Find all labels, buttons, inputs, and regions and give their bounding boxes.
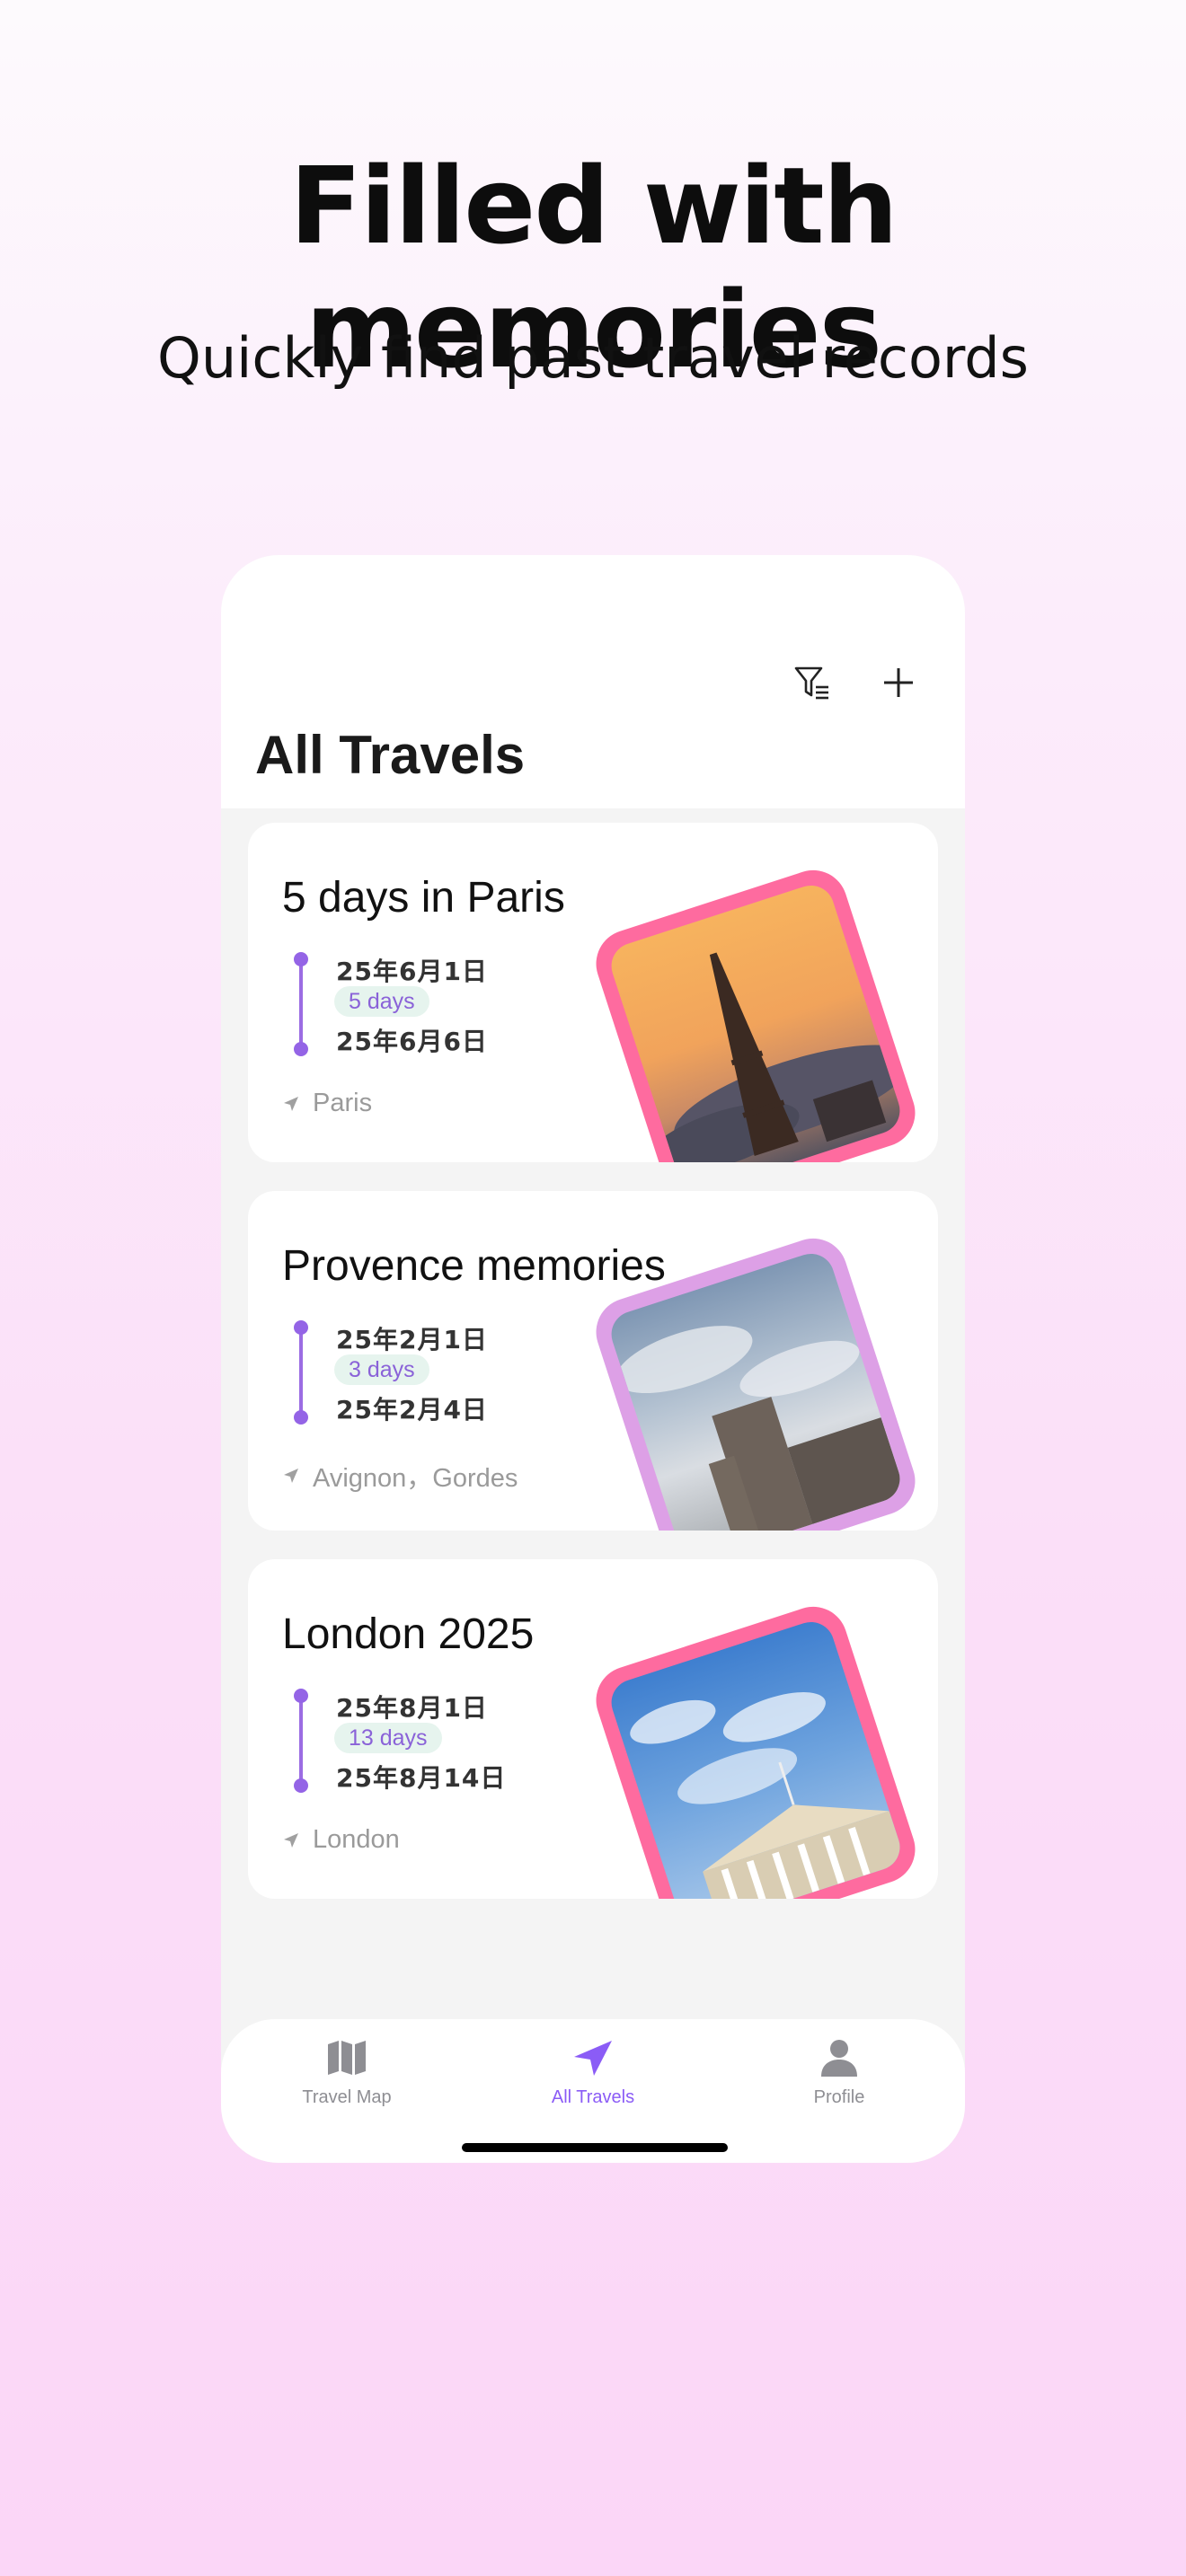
tab-label: Profile [813,2087,865,2107]
hero-subtitle: Quickly find past travel records [157,325,1029,391]
location-arrow-icon [284,1096,298,1111]
tab-all-travels[interactable]: All Travels [503,2039,683,2108]
location-row: Paris [282,1089,372,1118]
location-text: Avignon，Gordes [313,1464,518,1493]
timeline-start-dot [294,1689,308,1703]
map-icon [328,2041,366,2075]
travel-title: London 2025 [282,1610,535,1658]
tab-profile[interactable]: Profile [749,2039,929,2108]
castle-photo [605,1248,907,1531]
travel-photo-frame [587,861,925,1162]
location-arrow-icon [574,2041,612,2076]
duration-badge: 13 days [334,1723,442,1753]
timeline-start-dot [294,1320,308,1335]
location-arrow-icon [284,1469,298,1483]
travel-card-paris[interactable]: 5 days in Paris 25年6月1日 5 days 25年6月6日 P… [248,823,938,1162]
travel-card-provence[interactable]: Provence memories 25年2月1日 3 days 25年2月4日… [248,1191,938,1531]
tab-bar: Travel Map All Travels Profile [221,2019,965,2163]
location-text: Paris [313,1089,373,1117]
page-title: All Travels [255,725,526,785]
tab-label: All Travels [551,2087,635,2107]
location-row: London [282,1825,400,1855]
plus-icon [884,668,913,697]
start-date: 25年2月1日 [336,1325,488,1354]
timeline-end-dot [294,1042,308,1056]
eiffel-tower-photo [605,879,907,1162]
travel-card-london[interactable]: London 2025 25年8月1日 13 days 25年8月14日 Lon… [248,1559,938,1899]
filter-icon [794,666,828,700]
home-indicator [462,2143,728,2152]
tab-travel-map[interactable]: Travel Map [257,2039,437,2108]
timeline-line [299,959,303,1049]
duration-badge: 3 days [334,1354,429,1385]
person-icon [821,2040,857,2077]
end-date: 25年8月14日 [336,1763,507,1793]
travel-title: Provence memories [282,1242,666,1290]
timeline-end-dot [294,1778,308,1793]
location-row: Avignon，Gordes [282,1457,518,1495]
timeline-end-dot [294,1410,308,1425]
location-arrow-icon [284,1832,298,1848]
filter-button[interactable] [785,656,839,710]
start-date: 25年8月1日 [336,1693,488,1723]
end-date: 25年2月4日 [336,1395,488,1425]
tab-label: Travel Map [302,2087,392,2107]
timeline-line [299,1696,303,1786]
duration-badge: 5 days [334,986,429,1017]
add-travel-button[interactable] [872,656,925,710]
start-date: 25年6月1日 [336,957,488,986]
travel-photo-frame [587,1598,925,1899]
phone-screen: All Travels 5 days in Paris 25年6月1日 5 da… [221,555,965,2163]
timeline-start-dot [294,952,308,966]
timeline-line [299,1328,303,1417]
travel-title: 5 days in Paris [282,874,565,922]
museum-photo [605,1616,907,1899]
end-date: 25年6月6日 [336,1027,488,1056]
navigation-bar: All Travels [221,555,965,808]
location-text: London [313,1825,400,1854]
